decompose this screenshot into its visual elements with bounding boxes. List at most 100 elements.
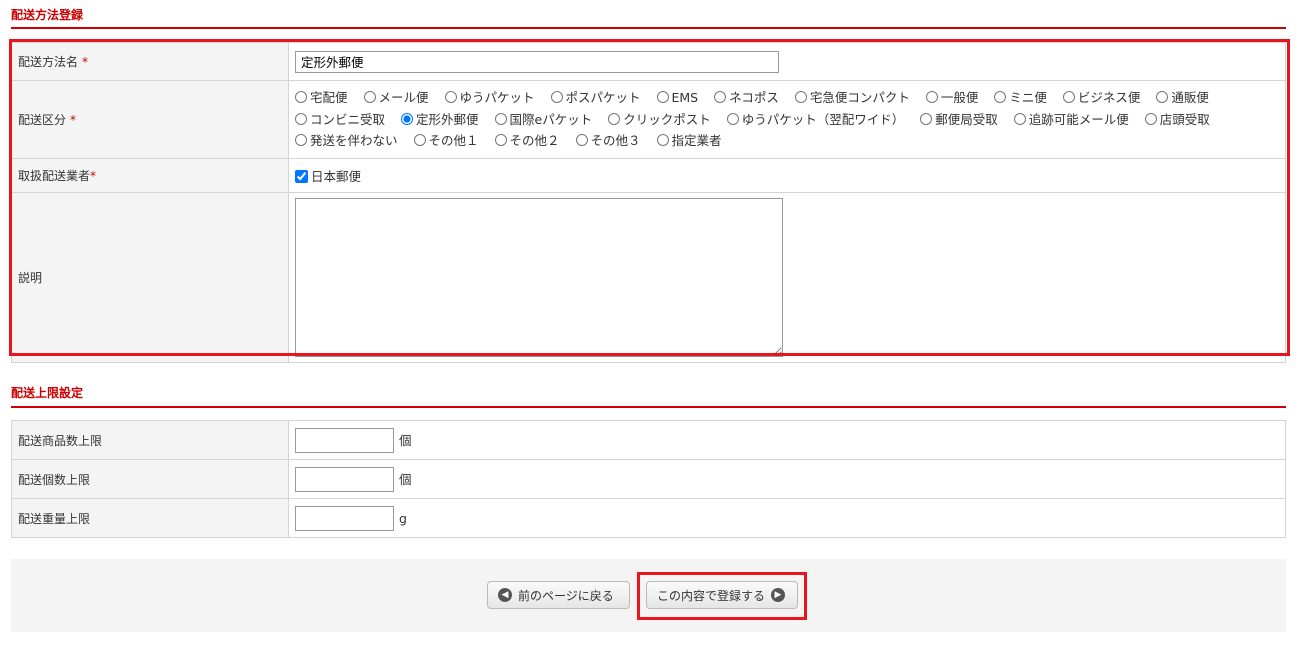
radio-label: その他３ <box>590 133 641 148</box>
radio-option[interactable]: メール便 <box>363 90 429 105</box>
chevron-left-icon: ◀ <box>498 588 512 602</box>
back-button[interactable]: ◀ 前のページに戻る <box>487 581 630 609</box>
radio-option[interactable]: 一般便 <box>925 90 979 105</box>
radio[interactable] <box>1013 112 1026 125</box>
radio[interactable] <box>1062 91 1075 103</box>
divider <box>11 406 1286 408</box>
limit-row: 配送重量上限 g <box>11 498 1286 538</box>
radio-label: EMS <box>671 90 699 105</box>
shipping-method-name-input[interactable] <box>295 50 779 73</box>
radio-label: ゆうパケット（翌配ワイド） <box>741 111 905 127</box>
label-name: 配送方法名 * <box>11 42 289 81</box>
radio[interactable] <box>920 112 933 125</box>
radio-label: コンビニ受取 <box>310 111 386 127</box>
label-carrier: 取扱配送業者* <box>11 157 289 193</box>
radio[interactable] <box>575 134 588 146</box>
radio[interactable] <box>608 112 621 125</box>
radio[interactable] <box>295 112 307 125</box>
radio-label: 発送を伴わない <box>310 133 398 148</box>
radio-label: 宅配便 <box>310 90 348 105</box>
radio[interactable] <box>444 91 457 103</box>
radio[interactable] <box>794 91 807 103</box>
radio-label: 追跡可能メール便 <box>1028 111 1129 127</box>
radio-label: ビジネス便 <box>1077 90 1141 105</box>
radio[interactable] <box>413 134 426 146</box>
radio[interactable] <box>550 91 563 103</box>
limit-row: 配送商品数上限 個 <box>11 420 1286 460</box>
button-bar: ◀ 前のページに戻る この内容で登録する ▶ <box>11 559 1286 632</box>
radio-label: その他１ <box>428 133 479 148</box>
radio-option[interactable]: ポスパケット <box>550 90 641 105</box>
radio[interactable] <box>714 91 727 103</box>
checkbox[interactable] <box>295 169 308 183</box>
limit-label: 配送個数上限 <box>11 459 289 499</box>
radio-label: 定形外郵便 <box>416 111 479 127</box>
radio-option[interactable]: その他３ <box>575 133 641 148</box>
radio[interactable] <box>295 91 307 103</box>
radio-label: ネコポス <box>729 90 779 105</box>
shipping-category-radio-group: 宅配便 メール便 ゆうパケット ポスパケット EMS ネコポス 宅急便コンパクト… <box>295 81 1279 158</box>
radio-option[interactable]: 宅配便 <box>295 90 348 105</box>
radio[interactable] <box>1144 112 1157 125</box>
limit-input[interactable] <box>295 466 394 492</box>
limits-form: 配送商品数上限個配送個数上限個配送重量上限 g <box>11 420 1286 538</box>
limit-row: 配送個数上限 個 <box>11 459 1286 499</box>
radio-label: その他２ <box>509 133 560 148</box>
radio-label: 店頭受取 <box>1159 111 1210 127</box>
radio[interactable] <box>994 91 1007 103</box>
radio-label: 指定業者 <box>671 133 722 148</box>
radio-label: 一般便 <box>940 90 979 105</box>
radio[interactable] <box>726 112 739 125</box>
radio[interactable] <box>494 134 507 146</box>
radio[interactable] <box>363 91 376 103</box>
radio[interactable] <box>1156 91 1169 103</box>
submit-label: この内容で登録する <box>657 588 766 603</box>
submit-button[interactable]: この内容で登録する ▶ <box>646 581 798 609</box>
radio-label: ゆうパケット <box>459 90 535 105</box>
radio-option[interactable]: ゆうパケット <box>444 90 535 105</box>
limit-input[interactable] <box>295 505 394 531</box>
radio-option[interactable]: ビジネス便 <box>1062 90 1141 105</box>
radio-option[interactable]: その他２ <box>494 133 560 148</box>
carrier-label: 日本郵便 <box>311 168 362 184</box>
radio[interactable] <box>656 91 669 103</box>
radio-label: メール便 <box>378 90 429 105</box>
section-title-shipping-method: 配送方法登録 <box>11 8 84 22</box>
radio-option[interactable]: 定形外郵便 <box>401 112 479 127</box>
radio-option[interactable]: コンビニ受取 <box>295 112 385 127</box>
shipping-method-form: 配送方法名* 配送区分* 宅配便 メール便 ゆうパケット ポスパケット EMS … <box>11 42 1286 363</box>
radio-option[interactable]: EMS <box>656 90 699 105</box>
radio-label: 通販便 <box>1171 90 1209 105</box>
radio-option[interactable]: ゆうパケット（翌配ワイド） <box>726 111 905 127</box>
radio-option[interactable]: 店頭受取 <box>1144 111 1210 127</box>
radio[interactable] <box>925 91 938 103</box>
radio-label: クリックポスト <box>623 111 711 127</box>
radio-option[interactable]: 国際eパケット <box>494 112 592 127</box>
radio-option[interactable]: 発送を伴わない <box>295 133 398 148</box>
radio-option[interactable]: 追跡可能メール便 <box>1013 111 1129 127</box>
radio-label: ミニ便 <box>1009 90 1047 105</box>
radio-option[interactable]: その他１ <box>413 133 479 148</box>
radio[interactable] <box>656 134 669 146</box>
radio-option[interactable]: 宅急便コンパクト <box>794 90 910 105</box>
radio-option[interactable]: 郵便局受取 <box>920 112 998 127</box>
radio[interactable] <box>494 112 507 125</box>
unit-label: g <box>399 510 407 526</box>
section-title-limits: 配送上限設定 <box>11 386 84 400</box>
radio-option[interactable]: クリックポスト <box>608 112 711 127</box>
limit-label: 配送商品数上限 <box>11 420 289 460</box>
carrier-checkbox-japan-post[interactable]: 日本郵便 <box>295 169 361 184</box>
unit-label: 個 <box>399 471 412 487</box>
radio-option[interactable]: 通販便 <box>1156 90 1209 105</box>
radio-option[interactable]: 指定業者 <box>656 133 722 148</box>
limit-input[interactable] <box>295 427 394 453</box>
radio[interactable] <box>295 134 307 146</box>
radio-label: 郵便局受取 <box>935 111 998 127</box>
radio[interactable] <box>401 112 413 125</box>
unit-label: 個 <box>399 432 412 448</box>
radio-label: ポスパケット <box>565 90 641 105</box>
radio-option[interactable]: ミニ便 <box>994 90 1047 105</box>
description-textarea[interactable] <box>295 197 783 357</box>
radio-option[interactable]: ネコポス <box>714 90 779 105</box>
back-label: 前のページに戻る <box>518 588 614 603</box>
